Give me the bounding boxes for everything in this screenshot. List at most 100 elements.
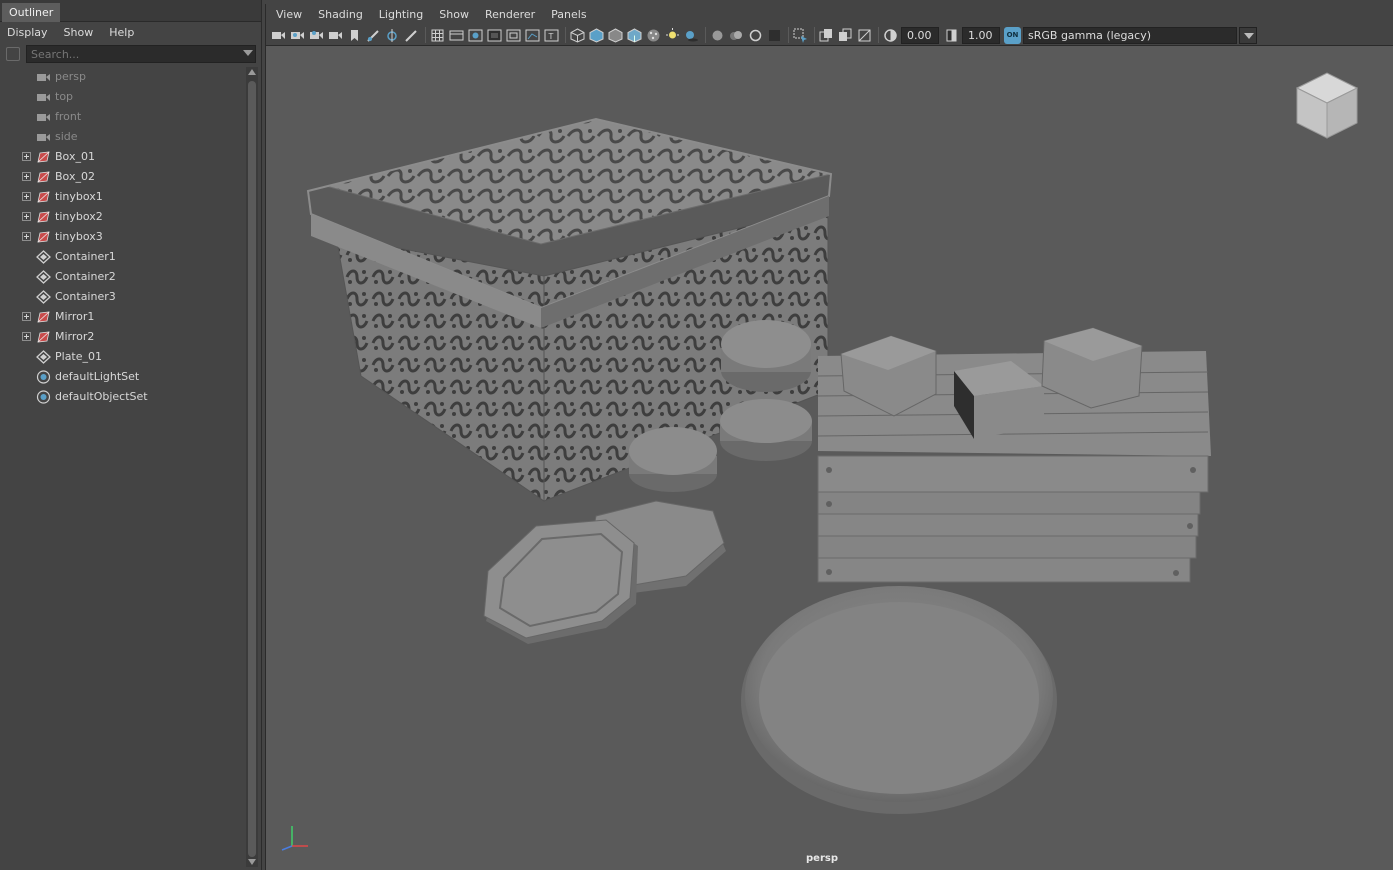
octagon-dishes[interactable]	[483, 500, 726, 644]
wireframe-icon[interactable]	[569, 27, 586, 44]
paint-icon[interactable]	[403, 27, 420, 44]
gate-mask-icon[interactable]	[486, 27, 503, 44]
grease-pencil-icon[interactable]	[365, 27, 382, 44]
transform-icon	[36, 290, 51, 304]
expand-icon[interactable]	[22, 332, 31, 341]
field-chart-icon[interactable]	[505, 27, 522, 44]
menu-shading[interactable]: Shading	[318, 8, 363, 21]
outliner-titlebar: Outliner	[0, 0, 261, 22]
search-input[interactable]	[26, 45, 256, 63]
bookmark-camera-icon[interactable]	[308, 27, 325, 44]
expand-icon[interactable]	[22, 232, 31, 241]
film-gate-icon[interactable]	[448, 27, 465, 44]
menu-lighting[interactable]: Lighting	[379, 8, 423, 21]
outliner-item-label: defaultLightSet	[55, 370, 140, 383]
outliner-item-defaultlightset[interactable]: defaultLightSet	[0, 367, 246, 387]
search-options-dropdown-icon[interactable]	[243, 50, 253, 56]
outliner-item-tinybox2[interactable]: tinybox2	[0, 207, 246, 227]
outliner-item-mirror2[interactable]: Mirror2	[0, 327, 246, 347]
outliner-item-persp[interactable]: persp	[0, 67, 246, 87]
exposure-icon[interactable]	[882, 27, 899, 44]
expand-icon[interactable]	[22, 172, 31, 181]
mesh-icon	[36, 150, 51, 164]
outliner-item-side[interactable]: side	[0, 127, 246, 147]
3d-viewport[interactable]: persp	[266, 45, 1393, 870]
menu-display[interactable]: Display	[7, 26, 48, 39]
camera-name-label: persp	[806, 853, 838, 864]
resolution-gate-icon[interactable]	[467, 27, 484, 44]
outliner-item-label: Container1	[55, 250, 116, 263]
manipulator-icon[interactable]	[384, 27, 401, 44]
outliner-item-label: tinybox3	[55, 230, 103, 243]
textured-icon[interactable]	[626, 27, 643, 44]
filter-icon[interactable]	[6, 47, 20, 61]
camera-pan-icon[interactable]	[327, 27, 344, 44]
outliner-item-defaultobjectset[interactable]: defaultObjectSet	[0, 387, 246, 407]
ambient-occlusion-icon[interactable]	[709, 27, 726, 44]
outliner-item-mirror1[interactable]: Mirror1	[0, 307, 246, 327]
gamma-field[interactable]: 1.00	[962, 26, 1000, 44]
color-management-toggle[interactable]: ON	[1004, 26, 1021, 44]
anti-aliasing-icon[interactable]	[747, 27, 764, 44]
menu-renderer[interactable]: Renderer	[485, 8, 535, 21]
outliner-scrollbar[interactable]	[246, 67, 258, 867]
outliner-item-top[interactable]: top	[0, 87, 246, 107]
use-lights-icon[interactable]	[664, 27, 681, 44]
isolate-select-icon[interactable]	[792, 27, 809, 44]
backface-culling-icon[interactable]	[856, 27, 873, 44]
menu-help[interactable]: Help	[109, 26, 134, 39]
safe-title-icon[interactable]: T	[543, 27, 560, 44]
viewport-panel: View Shading Lighting Show Renderer Pane…	[265, 4, 1393, 870]
outliner-item-tinybox1[interactable]: tinybox1	[0, 187, 246, 207]
toolbar-divider	[705, 27, 706, 43]
motion-blur-icon[interactable]	[728, 27, 745, 44]
scene-render[interactable]	[266, 46, 1393, 870]
view-transform-select[interactable]: sRGB gamma (legacy)	[1023, 26, 1237, 44]
scroll-up-icon[interactable]	[248, 69, 256, 75]
menu-view[interactable]: View	[276, 8, 302, 21]
menu-panels[interactable]: Panels	[551, 8, 586, 21]
grid-icon[interactable]	[429, 27, 446, 44]
smooth-shade-icon[interactable]	[588, 27, 605, 44]
plate-bowl[interactable]	[741, 586, 1057, 814]
outliner-item-container3[interactable]: Container3	[0, 287, 246, 307]
xray-joints-icon[interactable]	[818, 27, 835, 44]
xray-icon[interactable]	[645, 27, 662, 44]
wireframe-on-shaded-icon[interactable]	[607, 27, 624, 44]
view-cube-icon[interactable]	[1292, 68, 1362, 144]
expand-icon[interactable]	[22, 212, 31, 221]
bookmark-icon[interactable]	[346, 27, 363, 44]
outliner-item-container1[interactable]: Container1	[0, 247, 246, 267]
shadows-icon[interactable]	[683, 27, 700, 44]
menu-show[interactable]: Show	[64, 26, 94, 39]
mesh-icon	[36, 170, 51, 184]
outliner-item-label: tinybox2	[55, 210, 103, 223]
outliner-item-plate_01[interactable]: Plate_01	[0, 347, 246, 367]
menu-show[interactable]: Show	[439, 8, 469, 21]
safe-action-icon[interactable]	[524, 27, 541, 44]
camera-attributes-icon[interactable]	[289, 27, 306, 44]
outliner-item-front[interactable]: front	[0, 107, 246, 127]
exposure-field[interactable]: 0.00	[901, 26, 939, 44]
mesh-icon	[36, 210, 51, 224]
select-camera-icon[interactable]	[270, 27, 287, 44]
expand-icon[interactable]	[22, 152, 31, 161]
xray-active-icon[interactable]	[837, 27, 854, 44]
outliner-item-label: Box_01	[55, 150, 95, 163]
outliner-item-box_01[interactable]: Box_01	[0, 147, 246, 167]
view-transform-dropdown-icon[interactable]	[1239, 26, 1257, 44]
scrollbar-thumb[interactable]	[248, 81, 256, 857]
outliner-item-box_02[interactable]: Box_02	[0, 167, 246, 187]
camera-icon	[36, 70, 51, 84]
expand-icon[interactable]	[22, 192, 31, 201]
scroll-down-icon[interactable]	[248, 859, 256, 865]
depth-of-field-icon[interactable]	[766, 27, 783, 44]
outliner-item-tinybox3[interactable]: tinybox3	[0, 227, 246, 247]
gamma-icon[interactable]	[943, 27, 960, 44]
outliner-item-label: Plate_01	[55, 350, 103, 363]
outliner-item-container2[interactable]: Container2	[0, 267, 246, 287]
outliner-tab[interactable]: Outliner	[2, 3, 61, 22]
expand-icon[interactable]	[22, 312, 31, 321]
toolbar-divider	[425, 27, 426, 43]
set-icon	[36, 390, 51, 404]
